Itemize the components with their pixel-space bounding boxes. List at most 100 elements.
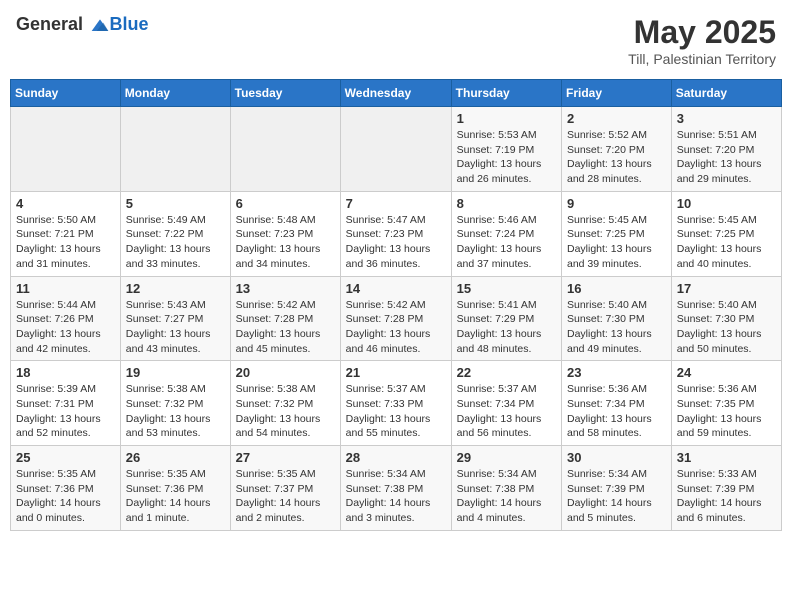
calendar-cell: [120, 107, 230, 192]
day-info: Sunrise: 5:35 AM Sunset: 7:37 PM Dayligh…: [236, 467, 335, 526]
calendar-cell: 9 Sunrise: 5:45 AM Sunset: 7:25 PM Daylig…: [562, 191, 672, 276]
day-number: 10: [677, 196, 776, 211]
calendar-cell: 18Sunrise: 5:39 AM Sunset: 7:31 PM Dayli…: [11, 361, 121, 446]
calendar-cell: 17 Sunrise: 5:40 AM Sunset: 7:30 PM Dayli…: [671, 276, 781, 361]
day-header-wednesday: Wednesday: [340, 80, 451, 107]
calendar-header-row: SundayMondayTuesdayWednesdayThursdayFrid…: [11, 80, 782, 107]
day-number: 26: [126, 450, 225, 465]
calendar-cell: 14Sunrise: 5:42 AM Sunset: 7:28 PM Dayli…: [340, 276, 451, 361]
calendar-cell: 19Sunrise: 5:38 AM Sunset: 7:32 PM Dayli…: [120, 361, 230, 446]
day-number: 27: [236, 450, 335, 465]
day-info: Sunrise: 5:47 AM Sunset: 7:23 PM Dayligh…: [346, 213, 446, 272]
day-number: 15: [457, 281, 556, 296]
day-header-saturday: Saturday: [671, 80, 781, 107]
calendar-cell: 30 Sunrise: 5:34 AM Sunset: 7:39 PM Dayli…: [562, 446, 672, 531]
calendar-cell: 11 Sunrise: 5:44 AM Sunset: 7:26 PM Dayli…: [11, 276, 121, 361]
calendar-cell: 21 Sunrise: 5:37 AM Sunset: 7:33 PM Dayli…: [340, 361, 451, 446]
day-number: 2: [567, 111, 666, 126]
month-title: May 2025: [628, 14, 776, 51]
logo-text-general: General: [16, 14, 83, 34]
logo-icon: [90, 16, 110, 36]
calendar-cell: 12Sunrise: 5:43 AM Sunset: 7:27 PM Dayli…: [120, 276, 230, 361]
day-number: 20: [236, 365, 335, 380]
calendar-cell: 3Sunrise: 5:51 AM Sunset: 7:20 PM Daylig…: [671, 107, 781, 192]
day-number: 16: [567, 281, 666, 296]
day-info: Sunrise: 5:44 AM Sunset: 7:26 PM Dayligh…: [16, 298, 115, 357]
day-number: 24: [677, 365, 776, 380]
day-info: Sunrise: 5:45 AM Sunset: 7:25 PM Dayligh…: [567, 213, 666, 272]
day-info: Sunrise: 5:40 AM Sunset: 7:30 PM Dayligh…: [677, 298, 776, 357]
day-number: 23: [567, 365, 666, 380]
calendar-cell: 31 Sunrise: 5:33 AM Sunset: 7:39 PM Dayli…: [671, 446, 781, 531]
calendar-cell: 10Sunrise: 5:45 AM Sunset: 7:25 PM Dayli…: [671, 191, 781, 276]
day-info: Sunrise: 5:41 AM Sunset: 7:29 PM Dayligh…: [457, 298, 556, 357]
day-info: Sunrise: 5:50 AM Sunset: 7:21 PM Dayligh…: [16, 213, 115, 272]
day-info: Sunrise: 5:46 AM Sunset: 7:24 PM Dayligh…: [457, 213, 556, 272]
day-number: 11: [16, 281, 115, 296]
calendar-cell: 8 Sunrise: 5:46 AM Sunset: 7:24 PM Daylig…: [451, 191, 561, 276]
calendar-cell: 6Sunrise: 5:48 AM Sunset: 7:23 PM Daylig…: [230, 191, 340, 276]
day-header-sunday: Sunday: [11, 80, 121, 107]
calendar-cell: [340, 107, 451, 192]
calendar-cell: 13 Sunrise: 5:42 AM Sunset: 7:28 PM Dayli…: [230, 276, 340, 361]
calendar-week-row: 25 Sunrise: 5:35 AM Sunset: 7:36 PM Dayli…: [11, 446, 782, 531]
day-info: Sunrise: 5:35 AM Sunset: 7:36 PM Dayligh…: [16, 467, 115, 526]
logo: General Blue: [16, 14, 149, 36]
day-info: Sunrise: 5:38 AM Sunset: 7:32 PM Dayligh…: [236, 382, 335, 441]
day-info: Sunrise: 5:52 AM Sunset: 7:20 PM Dayligh…: [567, 128, 666, 187]
day-number: 4: [16, 196, 115, 211]
calendar-cell: 24Sunrise: 5:36 AM Sunset: 7:35 PM Dayli…: [671, 361, 781, 446]
location: Till, Palestinian Territory: [628, 51, 776, 67]
day-header-friday: Friday: [562, 80, 672, 107]
day-number: 29: [457, 450, 556, 465]
title-block: May 2025 Till, Palestinian Territory: [628, 14, 776, 67]
day-number: 1: [457, 111, 556, 126]
day-number: 5: [126, 196, 225, 211]
calendar-cell: 27 Sunrise: 5:35 AM Sunset: 7:37 PM Dayli…: [230, 446, 340, 531]
day-header-monday: Monday: [120, 80, 230, 107]
day-info: Sunrise: 5:40 AM Sunset: 7:30 PM Dayligh…: [567, 298, 666, 357]
calendar-week-row: 4 Sunrise: 5:50 AM Sunset: 7:21 PM Daylig…: [11, 191, 782, 276]
calendar-cell: 23 Sunrise: 5:36 AM Sunset: 7:34 PM Dayli…: [562, 361, 672, 446]
logo-text-blue: Blue: [110, 14, 149, 34]
day-number: 25: [16, 450, 115, 465]
day-number: 17: [677, 281, 776, 296]
day-info: Sunrise: 5:37 AM Sunset: 7:33 PM Dayligh…: [346, 382, 446, 441]
page-header: General Blue May 2025 Till, Palestinian …: [10, 10, 782, 71]
calendar-cell: 20 Sunrise: 5:38 AM Sunset: 7:32 PM Dayli…: [230, 361, 340, 446]
calendar-week-row: 18Sunrise: 5:39 AM Sunset: 7:31 PM Dayli…: [11, 361, 782, 446]
day-header-tuesday: Tuesday: [230, 80, 340, 107]
day-number: 13: [236, 281, 335, 296]
day-info: Sunrise: 5:33 AM Sunset: 7:39 PM Dayligh…: [677, 467, 776, 526]
day-info: Sunrise: 5:34 AM Sunset: 7:39 PM Dayligh…: [567, 467, 666, 526]
day-number: 8: [457, 196, 556, 211]
day-number: 22: [457, 365, 556, 380]
calendar-cell: 16 Sunrise: 5:40 AM Sunset: 7:30 PM Dayli…: [562, 276, 672, 361]
calendar-week-row: 11 Sunrise: 5:44 AM Sunset: 7:26 PM Dayli…: [11, 276, 782, 361]
day-info: Sunrise: 5:42 AM Sunset: 7:28 PM Dayligh…: [236, 298, 335, 357]
calendar-cell: 7 Sunrise: 5:47 AM Sunset: 7:23 PM Daylig…: [340, 191, 451, 276]
day-number: 9: [567, 196, 666, 211]
calendar-cell: 29 Sunrise: 5:34 AM Sunset: 7:38 PM Dayli…: [451, 446, 561, 531]
day-number: 30: [567, 450, 666, 465]
day-number: 28: [346, 450, 446, 465]
day-info: Sunrise: 5:34 AM Sunset: 7:38 PM Dayligh…: [457, 467, 556, 526]
calendar-cell: 25 Sunrise: 5:35 AM Sunset: 7:36 PM Dayli…: [11, 446, 121, 531]
day-info: Sunrise: 5:36 AM Sunset: 7:34 PM Dayligh…: [567, 382, 666, 441]
day-number: 6: [236, 196, 335, 211]
calendar-cell: 22 Sunrise: 5:37 AM Sunset: 7:34 PM Dayli…: [451, 361, 561, 446]
day-info: Sunrise: 5:35 AM Sunset: 7:36 PM Dayligh…: [126, 467, 225, 526]
calendar-cell: 2 Sunrise: 5:52 AM Sunset: 7:20 PM Daylig…: [562, 107, 672, 192]
day-info: Sunrise: 5:37 AM Sunset: 7:34 PM Dayligh…: [457, 382, 556, 441]
day-number: 19: [126, 365, 225, 380]
day-number: 14: [346, 281, 446, 296]
day-info: Sunrise: 5:49 AM Sunset: 7:22 PM Dayligh…: [126, 213, 225, 272]
day-number: 21: [346, 365, 446, 380]
calendar-cell: 5 Sunrise: 5:49 AM Sunset: 7:22 PM Daylig…: [120, 191, 230, 276]
calendar-cell: 26 Sunrise: 5:35 AM Sunset: 7:36 PM Dayli…: [120, 446, 230, 531]
day-number: 31: [677, 450, 776, 465]
calendar-week-row: 1 Sunrise: 5:53 AM Sunset: 7:19 PM Daylig…: [11, 107, 782, 192]
day-info: Sunrise: 5:53 AM Sunset: 7:19 PM Dayligh…: [457, 128, 556, 187]
day-number: 7: [346, 196, 446, 211]
day-number: 3: [677, 111, 776, 126]
